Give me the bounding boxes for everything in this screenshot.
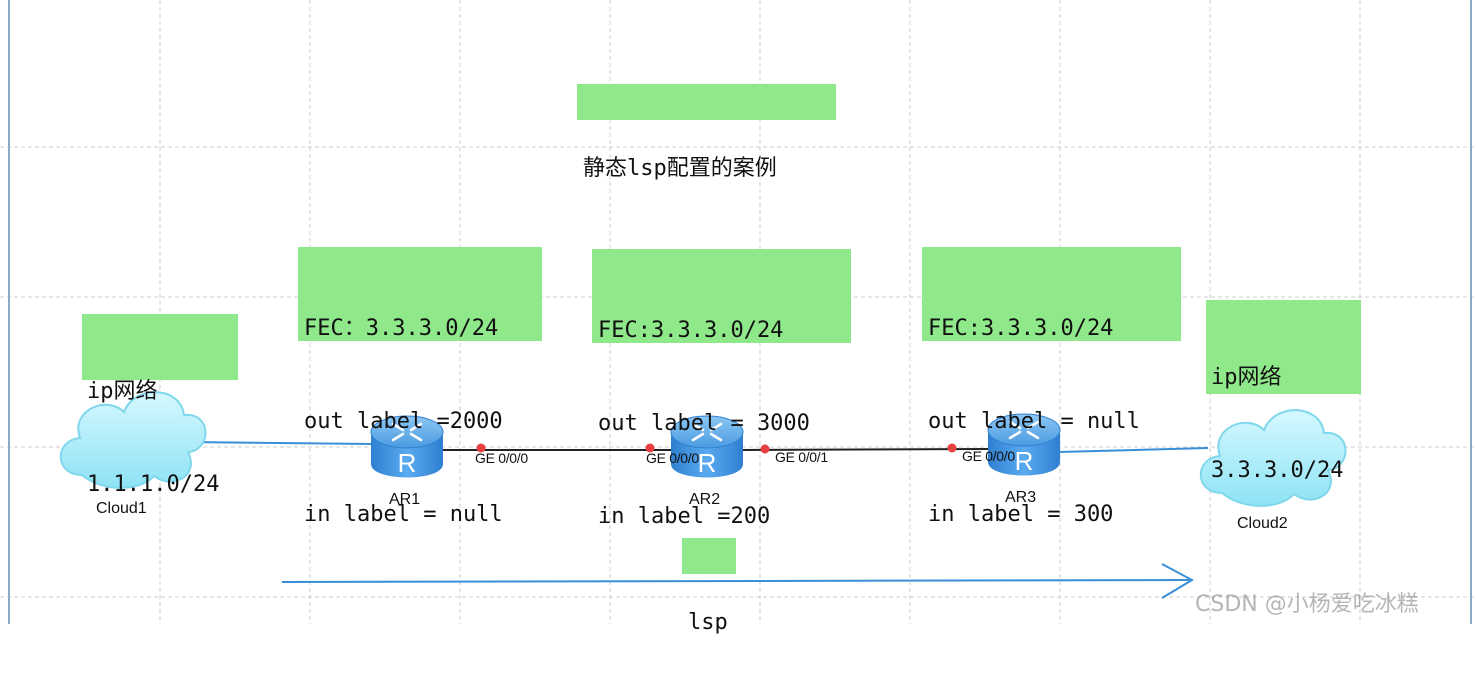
ar1-label-note: FEC：3.3.3.0/24 out label =2000 in label … bbox=[298, 247, 542, 527]
lsp-arrow bbox=[281, 563, 1195, 599]
cloud1-label: Cloud1 bbox=[96, 500, 147, 517]
ar2-port-ge001: GE 0/0/1 bbox=[775, 449, 828, 465]
cloud1-note-line1: ip网络 bbox=[87, 379, 158, 404]
cloud2-note: ip网络 3.3.3.0/24 bbox=[1206, 300, 1361, 483]
ar2-label-note: FEC:3.3.3.0/24 out label = 3000 in label… bbox=[592, 249, 851, 529]
cloud2-label: Cloud2 bbox=[1237, 515, 1288, 532]
ar3-fec: FEC:3.3.3.0/24 bbox=[928, 316, 1114, 341]
ar1-fec: FEC：3.3.3.0/24 bbox=[304, 316, 499, 341]
ar3-port-ge000: GE 0/0/0 bbox=[962, 448, 1015, 464]
ar3-label: AR3 bbox=[1005, 489, 1037, 506]
ar2-label: AR2 bbox=[689, 491, 721, 508]
ar1-label: AR1 bbox=[389, 491, 421, 508]
cloud2-note-line2: 3.3.3.0/24 bbox=[1211, 458, 1344, 483]
lsp-label: lsp bbox=[682, 538, 736, 635]
ar1-port-ge000: GE 0/0/0 bbox=[475, 450, 528, 466]
cloud2-note-line1: ip网络 bbox=[1211, 365, 1282, 390]
ar2-fec: FEC:3.3.3.0/24 bbox=[598, 318, 784, 343]
csdn-watermark: CSDN @小杨爱吃冰糕 bbox=[1195, 592, 1419, 617]
cloud1-note: ip网络 1.1.1.0/24 bbox=[82, 314, 238, 497]
ar2-port-ge000: GE 0/0/0 bbox=[646, 450, 699, 466]
ar3-out-label: out label = null bbox=[928, 409, 1140, 434]
diagram-title: 静态lsp配置的案例 bbox=[577, 84, 836, 181]
ar3-label-note: FEC:3.3.3.0/24 out label = null in label… bbox=[922, 247, 1181, 527]
cloud1-note-line2: 1.1.1.0/24 bbox=[87, 472, 220, 497]
ar3-in-label: in label = 300 bbox=[928, 502, 1114, 527]
ar1-out-label: out label =2000 bbox=[304, 409, 503, 434]
ar2-in-label: in label =200 bbox=[598, 504, 771, 529]
ar2-out-label: out label = 3000 bbox=[598, 411, 810, 436]
